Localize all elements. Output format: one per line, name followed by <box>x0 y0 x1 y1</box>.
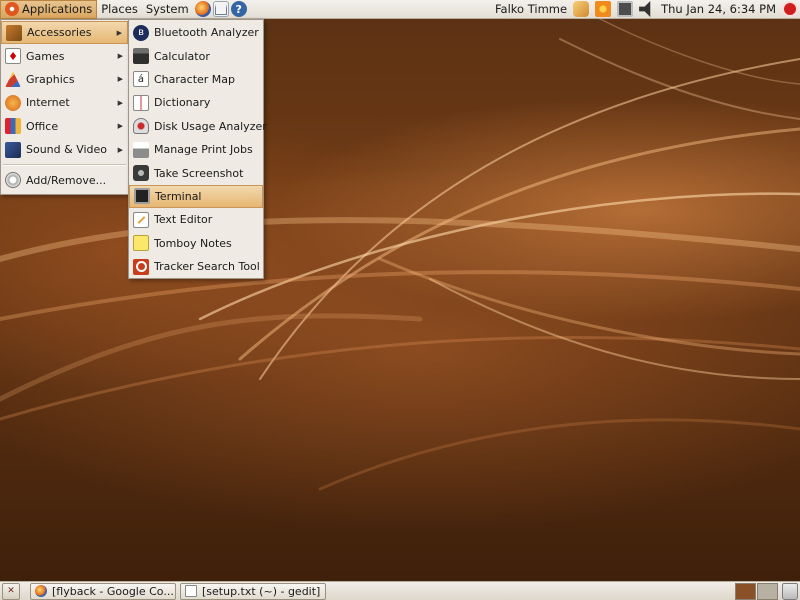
update-notifier-icon[interactable] <box>595 1 612 17</box>
workspace-switcher <box>735 582 778 600</box>
internet-icon <box>5 94 21 111</box>
menu-item-label: Take Screenshot <box>154 166 244 180</box>
menu-item-label: Games <box>26 49 65 63</box>
menu-item-label: Tracker Search Tool <box>154 260 260 274</box>
screenshot-icon <box>133 165 149 182</box>
menu-item-label: Dictionary <box>154 96 211 110</box>
taskbar-button-firefox[interactable]: [flyback - Google Co... <box>30 582 176 600</box>
show-desktop-button[interactable]: ✕ <box>2 582 20 600</box>
menu-item-text-editor[interactable]: Text Editor <box>129 208 263 231</box>
submenu-arrow-icon: ▶ <box>116 28 122 37</box>
show-desktop-icon: ✕ <box>7 586 15 596</box>
menu-item-label: Disk Usage Analyzer <box>154 119 267 133</box>
places-menu-label: Places <box>101 1 138 16</box>
tomboy-icon <box>133 235 149 252</box>
mail-icon[interactable] <box>212 1 229 17</box>
office-icon <box>5 118 21 135</box>
menu-item-add-remove[interactable]: Add/Remove... <box>1 168 128 191</box>
network-icon[interactable] <box>617 1 634 17</box>
applications-menu-label: Applications <box>22 1 93 16</box>
menu-item-label: Text Editor <box>154 213 213 227</box>
print-jobs-icon <box>133 141 149 158</box>
menu-item-games[interactable]: ♦ Games ▶ <box>1 44 128 67</box>
clock[interactable]: Thu Jan 24, 6:34 PM <box>661 2 776 16</box>
menu-item-internet[interactable]: Internet ▶ <box>1 91 128 114</box>
menu-item-bluetooth-analyzer[interactable]: ʙ Bluetooth Analyzer <box>129 21 263 44</box>
submenu-arrow-icon: ▶ <box>117 75 123 84</box>
menu-item-label: Manage Print Jobs <box>154 143 253 157</box>
tracker-search-icon <box>133 258 149 275</box>
taskbar-button-gedit[interactable]: [setup.txt (~) - gedit] <box>180 582 326 600</box>
menu-item-label: Bluetooth Analyzer <box>154 26 259 40</box>
menu-item-label: Calculator <box>154 49 210 63</box>
menu-item-sound-video[interactable]: Sound & Video ▶ <box>1 138 128 161</box>
disk-usage-icon <box>133 118 149 135</box>
menu-item-accessories[interactable]: Accessories ▶ <box>1 21 128 45</box>
dictionary-icon <box>133 94 149 111</box>
menu-item-office[interactable]: Office ▶ <box>1 115 128 138</box>
menu-item-label: Sound & Video <box>26 143 108 157</box>
workspace-1[interactable] <box>735 582 756 600</box>
bottom-panel: ✕ [flyback - Google Co... [setup.txt (~)… <box>0 581 800 600</box>
submenu-arrow-icon: ▶ <box>117 145 123 154</box>
taskbar-button-label: [flyback - Google Co... <box>52 584 174 598</box>
menu-item-label: Graphics <box>26 72 75 86</box>
menu-item-character-map[interactable]: á Character Map <box>129 68 263 91</box>
menu-item-label: Character Map <box>154 72 236 86</box>
firefox-icon <box>35 585 47 597</box>
menu-item-calculator[interactable]: Calculator <box>129 44 263 67</box>
taskbar-button-label: [setup.txt (~) - gedit] <box>202 584 321 598</box>
menu-item-tracker-search-tool[interactable]: Tracker Search Tool <box>129 255 263 278</box>
menu-item-terminal[interactable]: Terminal <box>129 184 263 209</box>
text-editor-icon <box>133 211 149 228</box>
accessories-icon <box>6 24 22 41</box>
bluetooth-icon: ʙ <box>133 24 149 41</box>
menu-item-dictionary[interactable]: Dictionary <box>129 91 263 114</box>
menu-item-manage-print-jobs[interactable]: Manage Print Jobs <box>129 138 263 161</box>
user-switch-icon[interactable] <box>573 1 590 17</box>
system-menu[interactable]: System <box>142 0 193 19</box>
gedit-icon <box>185 585 197 597</box>
character-map-icon: á <box>133 71 149 88</box>
graphics-icon <box>5 71 21 88</box>
submenu-arrow-icon: ▶ <box>117 122 123 131</box>
terminal-icon <box>134 188 150 205</box>
workspace-2[interactable] <box>757 582 778 600</box>
submenu-arrow-icon: ▶ <box>117 98 123 107</box>
user-name[interactable]: Falko Timme <box>495 2 567 16</box>
menu-item-label: Add/Remove... <box>26 173 107 187</box>
firefox-icon[interactable] <box>194 1 211 17</box>
submenu-arrow-icon: ▶ <box>117 52 123 61</box>
trash-icon[interactable] <box>782 582 798 600</box>
ubuntu-logo-icon <box>5 2 19 16</box>
calculator-icon <box>133 48 149 65</box>
menu-item-label: Office <box>26 119 59 133</box>
menu-item-disk-usage-analyzer[interactable]: Disk Usage Analyzer <box>129 115 267 138</box>
volume-icon[interactable] <box>639 1 651 17</box>
help-icon[interactable]: ? <box>230 1 247 17</box>
menu-item-label: Tomboy Notes <box>154 236 232 250</box>
accessories-submenu: ʙ Bluetooth Analyzer Calculator á Charac… <box>128 19 267 279</box>
panel-right-area: Falko Timme Thu Jan 24, 6:34 PM <box>495 0 800 19</box>
add-remove-icon <box>5 172 21 189</box>
system-menu-label: System <box>145 1 189 16</box>
sound-video-icon <box>5 141 21 158</box>
menu-item-tomboy-notes[interactable]: Tomboy Notes <box>129 232 263 255</box>
menu-bar: Applications Places System <box>0 0 193 19</box>
games-icon: ♦ <box>5 48 21 65</box>
applications-dropdown: Accessories ▶ ♦ Games ▶ Graphics ▶ Inter… <box>0 19 129 195</box>
applications-menu[interactable]: Applications <box>0 0 98 19</box>
power-icon[interactable] <box>782 1 798 17</box>
menu-item-take-screenshot[interactable]: Take Screenshot <box>129 161 263 184</box>
menu-item-label: Terminal <box>155 189 202 203</box>
top-panel: Applications Places System ? Falko Timme… <box>0 0 800 19</box>
places-menu[interactable]: Places <box>97 0 142 19</box>
menu-separator <box>1 161 128 168</box>
menu-item-label: Internet <box>26 96 70 110</box>
menu-item-graphics[interactable]: Graphics ▶ <box>1 68 128 91</box>
menu-item-label: Accessories <box>27 26 92 40</box>
